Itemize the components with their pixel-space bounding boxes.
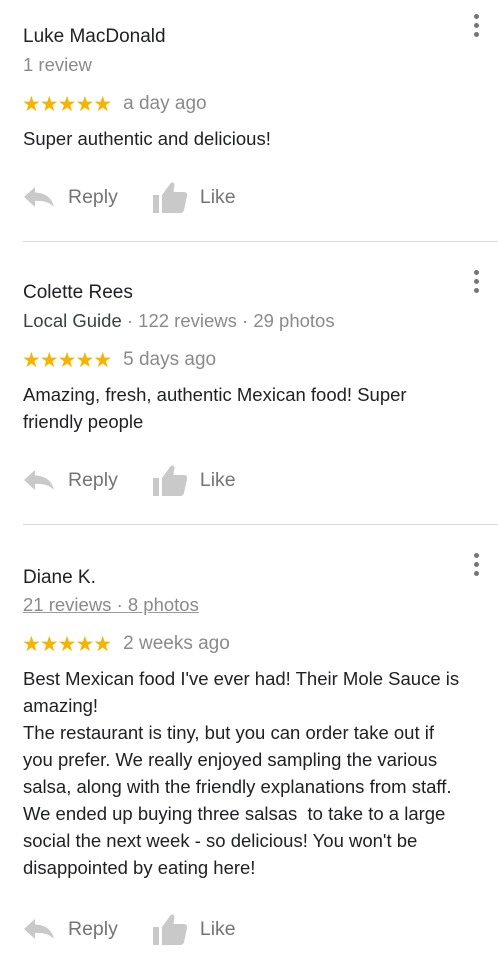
reviewer-name[interactable]: Luke MacDonald [23,26,166,48]
reviewer-meta: 1 review [23,54,92,75]
like-button[interactable]: Like [152,463,236,497]
like-label: Like [199,917,236,940]
reviewer-name[interactable]: Diane K. [23,567,96,589]
review-text: Best Mexican food I've ever had! Their M… [23,668,460,878]
like-button[interactable]: Like [152,912,236,946]
like-button[interactable]: Like [152,180,236,214]
review-actions: Reply Like [22,909,236,949]
reply-icon [24,919,54,939]
reviewer-counts-link[interactable]: 21 reviews · 8 photos [23,594,199,615]
reply-button[interactable]: Reply [22,467,118,493]
reply-label: Reply [68,185,118,208]
reviewer-meta: Local Guide · 122 reviews · 29 photos [23,310,335,332]
star-rating: ★★★★★ [22,348,112,372]
review-date: a day ago [123,93,207,114]
reply-label: Reply [68,468,118,491]
more-options-icon[interactable] [468,553,484,579]
review-text: Amazing, fresh, authentic Mexican food! … [23,384,407,432]
review-card: Luke MacDonald 1 review ★★★★★ a day ago … [0,0,498,241]
thumb-up-icon [152,465,187,496]
reviewer-counts: · 122 reviews · 29 photos [121,310,335,331]
rating-row: ★★★★★ 2 weeks ago [22,632,230,656]
reply-icon [24,187,54,207]
review-actions: Reply Like [22,177,236,217]
like-label: Like [199,185,236,208]
review-card: Colette Rees Local Guide · 122 reviews ·… [0,242,498,525]
like-label: Like [199,468,236,491]
star-rating: ★★★★★ [22,632,112,656]
rating-row: ★★★★★ a day ago [22,92,207,116]
review-text: Super authentic and delicious! [23,128,271,149]
thumb-up-icon [152,914,187,945]
reply-label: Reply [68,917,118,940]
review-date: 2 weeks ago [123,633,230,654]
more-options-icon[interactable] [468,14,484,40]
reply-button[interactable]: Reply [22,184,118,210]
review-card: Diane K. 21 reviews · 8 photos ★★★★★ 2 w… [0,525,498,960]
reviewer-name[interactable]: Colette Rees [23,282,133,304]
more-options-icon[interactable] [468,270,484,296]
reply-icon [24,470,54,490]
star-rating: ★★★★★ [22,92,112,116]
local-guide-badge: Local Guide [23,310,122,331]
reviewer-meta[interactable]: 21 reviews · 8 photos [23,594,199,616]
reply-button[interactable]: Reply [22,916,118,942]
rating-row: ★★★★★ 5 days ago [22,348,216,372]
review-date: 5 days ago [123,349,217,370]
thumb-up-icon [152,182,187,213]
review-actions: Reply Like [22,460,236,500]
